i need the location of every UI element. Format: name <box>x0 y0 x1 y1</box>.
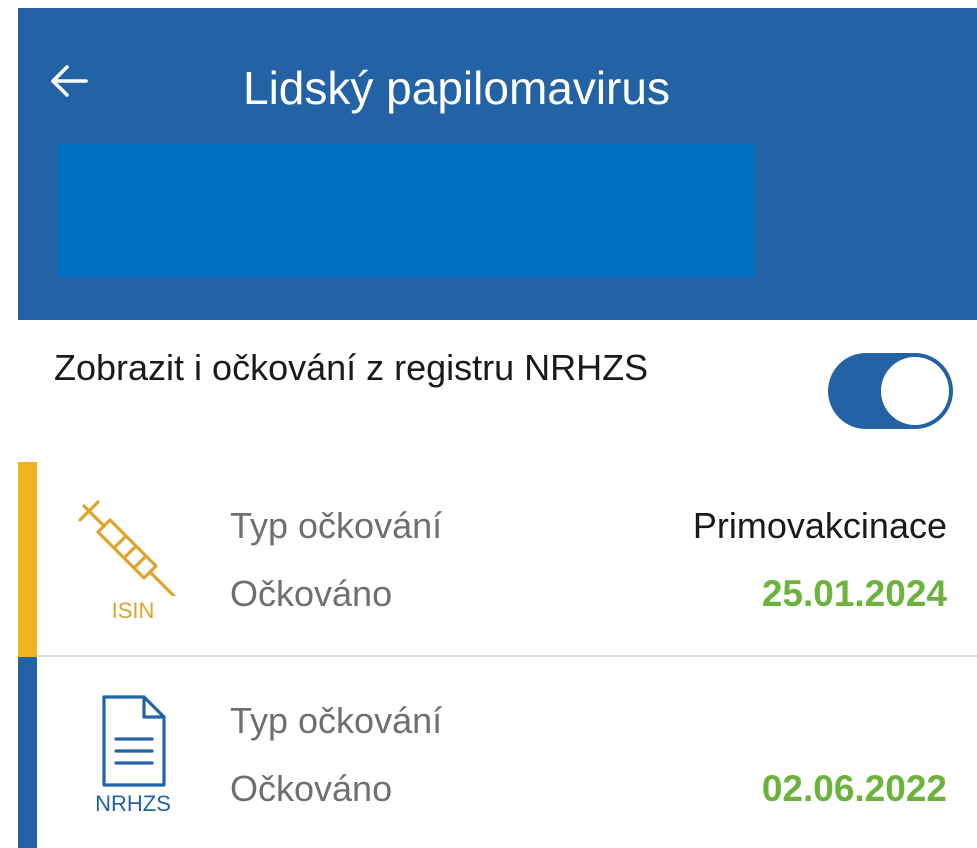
source-accent-stripe <box>18 462 37 658</box>
vaccination-date-label: Očkováno <box>230 573 393 614</box>
registry-toggle-label: Zobrazit i očkování z registru NRHZS <box>54 347 649 388</box>
record-source: ISIN <box>78 500 188 630</box>
registry-toggle-row: Zobrazit i očkování z registru NRHZS <box>18 320 977 462</box>
vaccination-date-label: Očkováno <box>230 768 393 809</box>
registry-toggle-switch[interactable] <box>828 353 953 429</box>
source-label: NRHZS <box>95 791 171 816</box>
app-header: Lidský papilomavirus <box>18 8 977 320</box>
toggle-knob <box>881 357 949 425</box>
page-title: Lidský papilomavirus <box>243 62 670 114</box>
record-source: NRHZS <box>78 695 188 825</box>
vaccination-record[interactable]: NRHZS Typ očkování Očkováno 02.06.2022 <box>18 657 977 848</box>
vaccination-type-label: Typ očkování <box>230 700 443 741</box>
source-accent-stripe <box>18 657 37 848</box>
vaccination-type-value: Primovakcinace <box>692 505 947 546</box>
vaccination-date-value: 25.01.2024 <box>761 573 947 614</box>
screen: Lidský papilomavirus Zobrazit i očkování… <box>0 0 977 848</box>
arrow-left-icon <box>50 64 88 103</box>
back-button[interactable] <box>44 58 94 108</box>
vaccination-date-value: 02.06.2022 <box>761 768 947 809</box>
status-area <box>0 0 977 8</box>
vaccination-type-label: Typ očkování <box>230 505 443 546</box>
redacted-patient-info <box>58 144 755 277</box>
source-label: ISIN <box>111 598 155 623</box>
vaccination-record[interactable]: ISIN Typ očkování Primovakcinace Očkován… <box>18 462 977 658</box>
